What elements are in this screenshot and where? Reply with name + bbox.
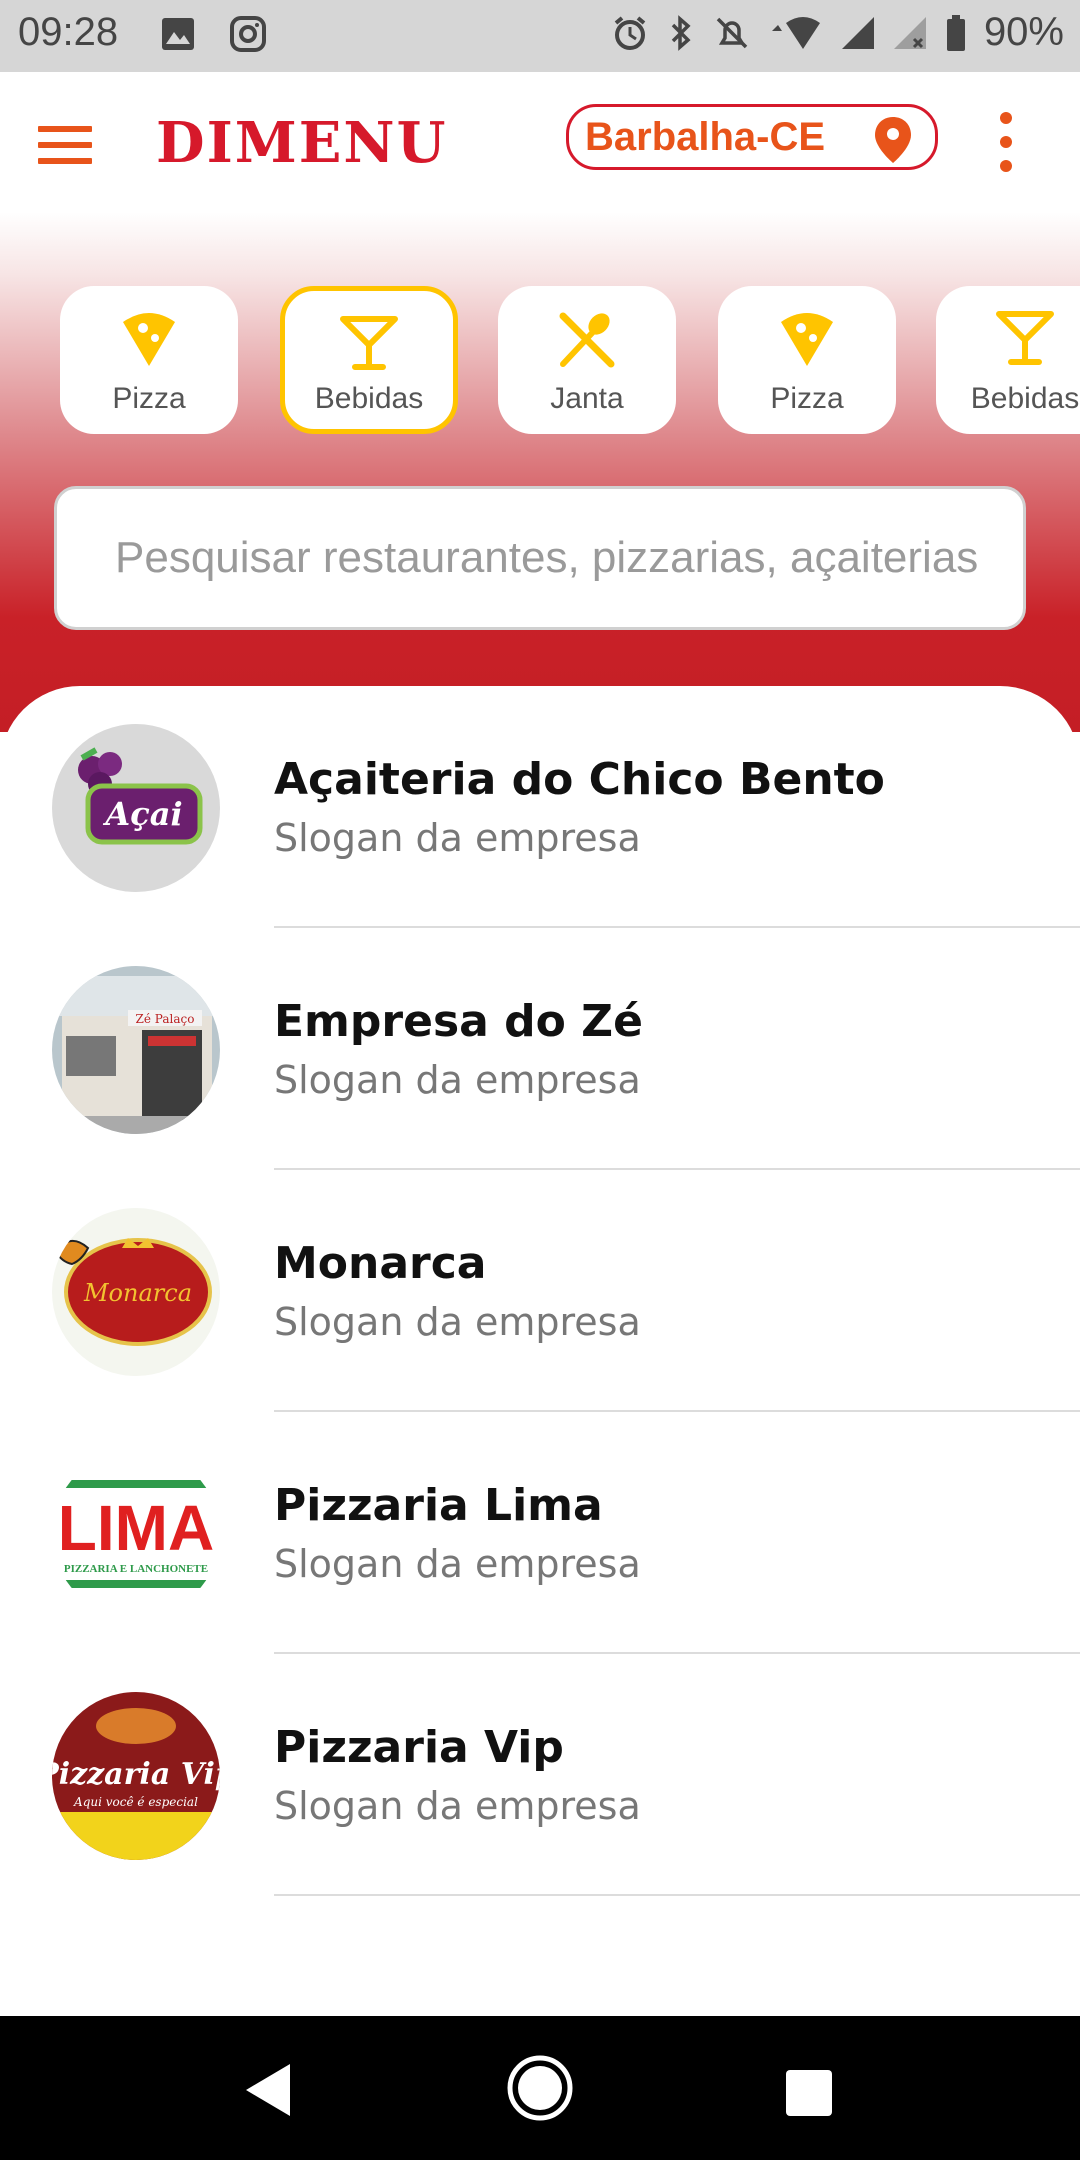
battery-icon	[946, 14, 965, 51]
search-input[interactable]	[54, 486, 1026, 630]
battery-percent: 90%	[983, 10, 1064, 54]
recent-apps-icon[interactable]	[786, 2070, 832, 2116]
home-icon[interactable]	[506, 2054, 574, 2122]
divider	[274, 1894, 1080, 1896]
list-item[interactable]: Monarca Monarca Slogan da empresa	[0, 1170, 1080, 1412]
restaurant-name: Pizzaria Lima	[274, 1480, 603, 1531]
restaurant-slogan: Slogan da empresa	[274, 1300, 641, 1344]
hamburger-menu-icon[interactable]	[38, 126, 92, 166]
restaurant-name: Monarca	[274, 1238, 487, 1289]
more-options-icon[interactable]	[998, 112, 1014, 172]
category-label: Janta	[550, 382, 624, 415]
category-label: Bebidas	[314, 382, 424, 415]
list-item[interactable]: Pizzaria Vip Aqui você é especial Pizzari…	[0, 1654, 1080, 1896]
location-label: Barbalha-CE	[585, 114, 826, 159]
restaurant-slogan: Slogan da empresa	[274, 1784, 641, 1828]
restaurant-slogan: Slogan da empresa	[274, 1542, 641, 1586]
back-icon[interactable]	[246, 2064, 290, 2116]
category-bebidas-2[interactable]: Bebidas	[936, 286, 1080, 434]
pizza-icon	[781, 313, 833, 366]
restaurant-list: Açai Açaiteria do Chico Bento Slogan da …	[0, 686, 1080, 2016]
pizza-icon	[123, 313, 175, 366]
category-pizza-2[interactable]: Pizza	[718, 286, 896, 434]
restaurant-logo: Zé Palaço	[52, 966, 220, 1134]
restaurant-slogan: Slogan da empresa	[274, 1058, 641, 1102]
signal-icon	[841, 16, 874, 49]
signal-x-icon	[893, 16, 926, 49]
system-nav-bar	[0, 2016, 1080, 2160]
category-janta[interactable]: Janta	[498, 286, 676, 434]
instagram-icon	[230, 16, 266, 52]
cocktail-icon	[340, 316, 398, 370]
logo-text: Pizzaria Vip	[52, 1757, 220, 1792]
gallery-icon	[162, 18, 194, 50]
category-label: Bebidas	[970, 382, 1080, 415]
list-item[interactable]: LIMA PIZZARIA E LANCHONETE Pizzaria Lima …	[0, 1412, 1080, 1654]
list-item[interactable]: Zé Palaço Empresa do Zé Slogan da empres…	[0, 928, 1080, 1170]
logo-text: Zé Palaço	[136, 1012, 195, 1026]
category-pizza[interactable]: Pizza	[60, 286, 238, 434]
alarm-icon	[614, 15, 646, 50]
cutlery-icon	[559, 312, 615, 368]
restaurant-logo: Pizzaria Vip Aqui você é especial	[52, 1692, 220, 1860]
app-bar: DIMENU Barbalha-CE	[0, 72, 1080, 212]
wifi-icon	[771, 16, 820, 49]
logo-text: Monarca	[83, 1279, 192, 1307]
logo-subtext: PIZZARIA E LANCHONETE	[64, 1563, 208, 1575]
restaurant-logo: Monarca	[52, 1208, 220, 1376]
location-selector-button[interactable]: Barbalha-CE	[566, 104, 938, 170]
bluetooth-icon	[671, 14, 691, 51]
restaurant-name: Açaiteria do Chico Bento	[274, 754, 885, 805]
logo-text: LIMA	[58, 1492, 214, 1564]
notifications-off-icon	[716, 17, 748, 48]
restaurant-logo: Açai	[52, 724, 220, 892]
restaurant-logo: LIMA PIZZARIA E LANCHONETE	[52, 1450, 220, 1618]
status-bar: 09:28 90%	[0, 0, 1080, 72]
logo-text: Açai	[102, 795, 182, 833]
location-pin-icon	[875, 117, 911, 163]
app-logo: DIMENU	[156, 110, 448, 176]
restaurant-slogan: Slogan da empresa	[274, 816, 641, 860]
status-time: 09:28	[18, 10, 119, 54]
category-label: Pizza	[770, 382, 844, 415]
restaurant-name: Empresa do Zé	[274, 996, 643, 1047]
category-carousel[interactable]: Pizza Bebidas Janta Pizza Bebidas	[60, 286, 1080, 434]
cocktail-icon	[996, 311, 1054, 365]
category-bebidas[interactable]: Bebidas	[280, 286, 458, 434]
logo-subtext: Aqui você é especial	[73, 1795, 198, 1809]
restaurant-name: Pizzaria Vip	[274, 1722, 564, 1773]
category-label: Pizza	[112, 382, 186, 415]
list-item[interactable]: Açai Açaiteria do Chico Bento Slogan da …	[0, 686, 1080, 928]
